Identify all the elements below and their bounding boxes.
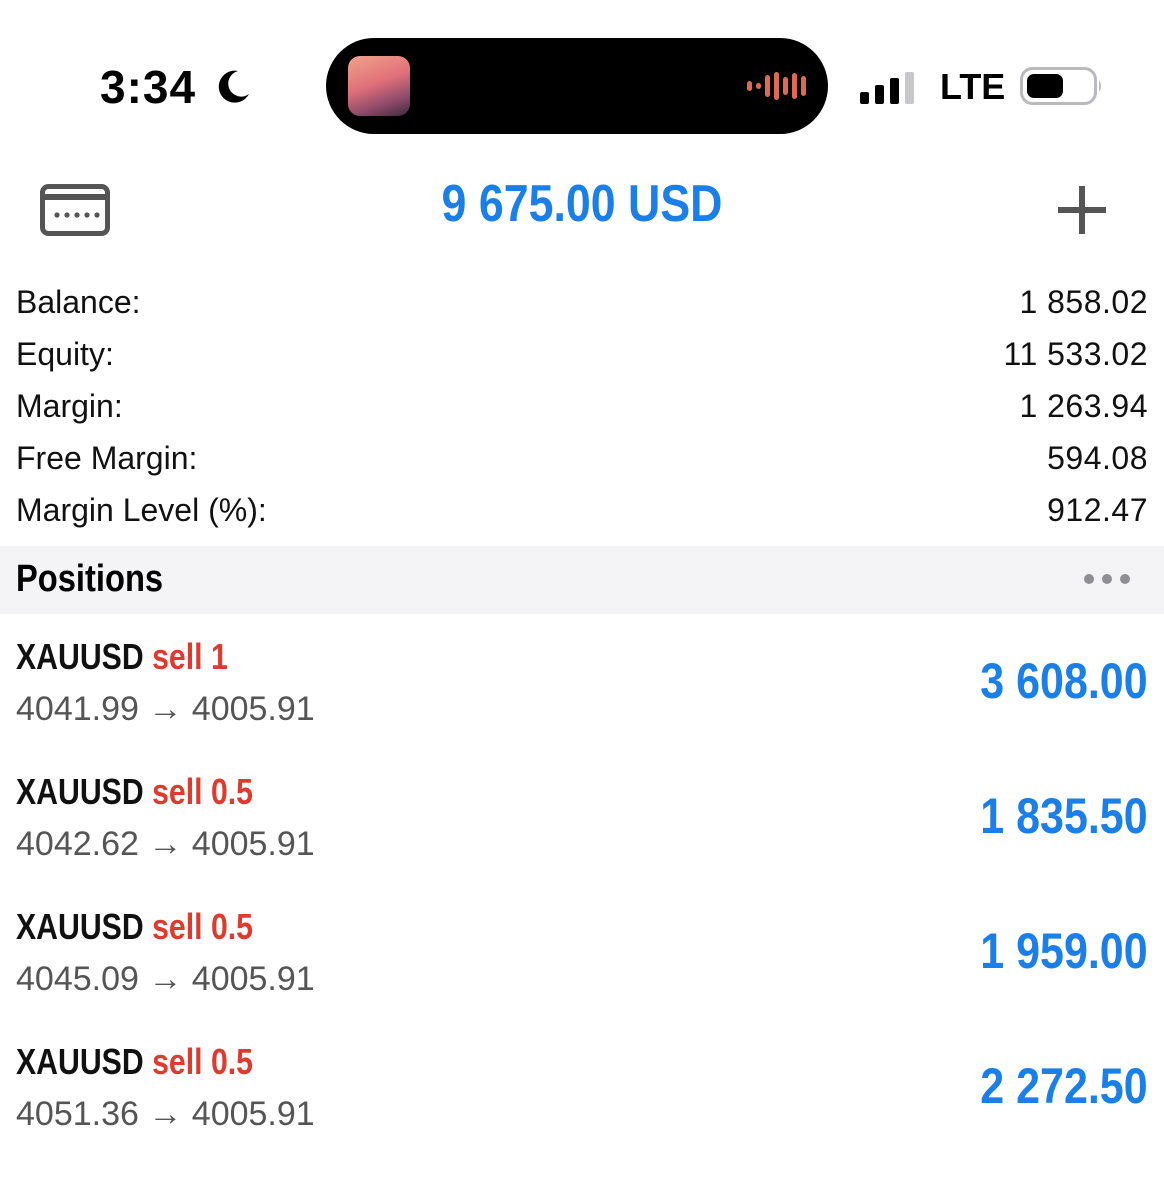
dynamic-island[interactable] (326, 38, 828, 134)
position-title: XAUUSD sell 1 (16, 636, 228, 678)
summary-value: 1 263.94 (1019, 387, 1148, 424)
summary-label: Margin Level (%): (16, 491, 267, 528)
summary-label: Equity: (16, 335, 114, 372)
position-title: XAUUSD sell 0.5 (16, 906, 253, 948)
position-symbol: XAUUSD (16, 771, 144, 812)
album-art-thumbnail[interactable] (348, 56, 410, 116)
summary-label: Free Margin: (16, 439, 198, 476)
summary-label: Margin: (16, 387, 123, 424)
position-row[interactable]: XAUUSD sell 0.5 4045.09 → 4005.91 1 959.… (0, 884, 1164, 1019)
position-side: sell 0.5 (152, 906, 253, 947)
position-row[interactable]: XAUUSD sell 0.5 4042.62 → 4005.91 1 835.… (0, 749, 1164, 884)
summary-row-equity: Equity: 11 533.02 (16, 328, 1148, 380)
position-side: sell 1 (152, 636, 228, 677)
position-profit: 1 959.00 (980, 923, 1148, 979)
position-prices: 4045.09 → 4005.91 (16, 960, 315, 998)
account-header: 9 675.00 USD (0, 160, 1164, 260)
positions-section-header: Positions (0, 546, 1164, 614)
position-profit: 2 272.50 (980, 1058, 1148, 1114)
moon-icon (218, 70, 249, 103)
position-title: XAUUSD sell 0.5 (16, 771, 253, 813)
position-profit: 3 608.00 (980, 653, 1148, 709)
position-side: sell 0.5 (152, 1041, 253, 1082)
position-profit: 1 835.50 (980, 788, 1148, 844)
account-summary: Balance: 1 858.02 Equity: 11 533.02 Marg… (16, 276, 1148, 536)
summary-value: 594.08 (1047, 439, 1148, 476)
positions-list: XAUUSD sell 1 4041.99 → 4005.91 3 608.00… (0, 614, 1164, 1154)
summary-row-balance: Balance: 1 858.02 (16, 276, 1148, 328)
summary-value: 11 533.02 (1003, 335, 1148, 372)
position-symbol: XAUUSD (16, 636, 144, 677)
summary-value: 1 858.02 (1019, 283, 1148, 320)
audio-wave-icon (747, 70, 806, 102)
position-symbol: XAUUSD (16, 1041, 144, 1082)
position-row[interactable]: XAUUSD sell 0.5 4051.36 → 4005.91 2 272.… (0, 1019, 1164, 1154)
position-prices: 4042.62 → 4005.91 (16, 825, 315, 863)
summary-row-free-margin: Free Margin: 594.08 (16, 432, 1148, 484)
summary-label: Balance: (16, 283, 141, 320)
position-title: XAUUSD sell 0.5 (16, 1041, 253, 1083)
position-symbol: XAUUSD (16, 906, 144, 947)
summary-row-margin-level: Margin Level (%): 912.47 (16, 484, 1148, 536)
more-options-icon[interactable] (1084, 574, 1130, 584)
position-row[interactable]: XAUUSD sell 1 4041.99 → 4005.91 3 608.00 (0, 614, 1164, 749)
status-bar: 3:34 LTE (0, 0, 1164, 160)
battery-icon (1020, 67, 1101, 105)
position-prices: 4041.99 → 4005.91 (16, 690, 315, 728)
status-time: 3:34 (100, 61, 197, 113)
summary-row-margin: Margin: 1 263.94 (16, 380, 1148, 432)
position-prices: 4051.36 → 4005.91 (16, 1095, 315, 1133)
plus-icon[interactable] (1056, 184, 1108, 236)
position-side: sell 0.5 (152, 771, 253, 812)
network-type: LTE (940, 66, 1006, 107)
total-profit: 9 675.00 USD (441, 175, 723, 233)
summary-value: 912.47 (1047, 491, 1148, 528)
positions-title: Positions (16, 558, 164, 600)
signal-icon (860, 72, 914, 104)
